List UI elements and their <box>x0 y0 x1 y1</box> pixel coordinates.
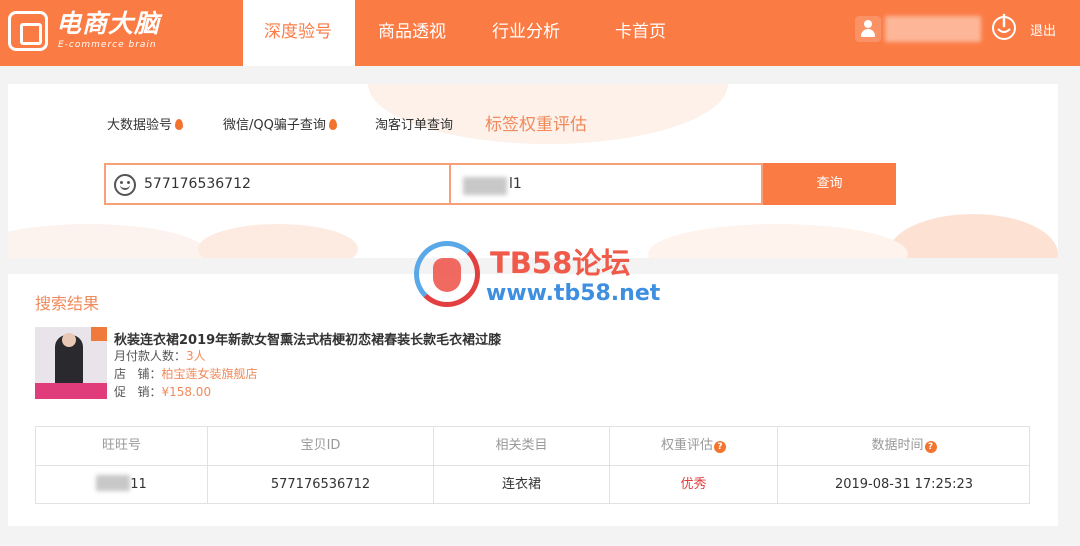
shop-line: 店 铺：柏宝莲女装旗舰店 <box>114 365 257 382</box>
product-thumbnail[interactable] <box>35 327 107 399</box>
top-navbar: 电商大脑 E-commerce brain 深度验号 商品透视 行业分析 卡首页… <box>0 0 1080 66</box>
shop-link[interactable]: 柏宝莲女装旗舰店 <box>161 367 257 381</box>
chip-icon <box>8 11 48 51</box>
tab-bigdata-verify[interactable]: 大数据验号 <box>107 114 184 133</box>
col-header-weight: 权重评估? <box>610 427 778 465</box>
nav-item-product-insight[interactable]: 商品透视 <box>378 18 446 46</box>
flame-icon <box>175 119 184 130</box>
tab-taoke-orders[interactable]: 淘客订单查询 <box>375 114 453 133</box>
label: 促 销： <box>114 385 162 399</box>
promo-line: 促 销：¥158.00 <box>114 383 211 400</box>
value: 3人 <box>186 349 206 363</box>
cell-wangwang: 11 <box>36 466 208 504</box>
nav-item-deep-verify[interactable]: 深度验号 <box>264 18 332 46</box>
product-title[interactable]: 秋装连衣裙2019年新款女智熏法式桔梗初恋裙春装长款毛衣裙过膝 <box>114 329 501 348</box>
col-header-time: 数据时间? <box>778 427 1030 465</box>
user-name-redacted <box>885 16 981 42</box>
decor-cloud <box>198 224 358 258</box>
nav-item-card-homepage[interactable]: 卡首页 <box>615 18 666 46</box>
query-button[interactable]: 查询 <box>763 163 896 205</box>
redacted-account <box>96 475 131 491</box>
item-id-value: 577176536712 <box>144 176 251 192</box>
label: 数据时间 <box>871 438 924 453</box>
redacted-account <box>463 177 507 195</box>
brand-logo[interactable]: 电商大脑 E-commerce brain <box>8 9 178 57</box>
watermark-title: TB58论坛 <box>490 246 631 280</box>
tab-label: 淘客订单查询 <box>375 118 454 133</box>
watermark-url: www.tb58.net <box>486 281 661 306</box>
brand-subtitle: E-commerce brain <box>58 40 157 50</box>
label: 月付款人数： <box>114 349 187 363</box>
cell-category: 连衣裙 <box>434 466 610 504</box>
value: ¥158.00 <box>161 385 212 399</box>
col-header-category: 相关类目 <box>434 427 610 465</box>
tab-wechat-qq-scam[interactable]: 微信/QQ骗子查询 <box>223 114 337 133</box>
logout-link[interactable]: 退出 <box>1030 20 1056 39</box>
col-header-wangwang: 旺旺号 <box>36 427 208 465</box>
decor-flower <box>888 214 1058 258</box>
tab-label: 大数据验号 <box>107 118 173 133</box>
flame-icon <box>328 119 337 130</box>
cell-time: 2019-08-31 17:25:23 <box>834 477 974 492</box>
nav-item-industry-analysis[interactable]: 行业分析 <box>492 18 560 46</box>
help-icon[interactable]: ? <box>924 441 937 453</box>
item-id-input[interactable]: 577176536712 <box>104 163 451 205</box>
tab-tag-weight[interactable]: 标签权重评估 <box>485 110 587 135</box>
decor-cloud <box>648 224 908 258</box>
monthly-buyers: 月付款人数：3人 <box>114 347 206 364</box>
smiley-icon <box>114 174 136 196</box>
help-icon[interactable]: ? <box>714 441 726 453</box>
results-panel: 搜索结果 秋装连衣裙2019年新款女智熏法式桔梗初恋裙春装长款毛衣裙过膝 月付款… <box>8 274 1058 526</box>
cell-weight: 优秀 <box>610 466 778 504</box>
user-icon[interactable] <box>855 16 881 42</box>
value: 11 <box>130 477 147 492</box>
label: 店 铺： <box>114 367 162 381</box>
logout-icon[interactable] <box>989 12 1019 42</box>
decor-cloud <box>8 224 208 258</box>
results-title: 搜索结果 <box>35 294 100 313</box>
results-table: 旺旺号 宝贝ID 相关类目 权重评估? 数据时间? 11 57717653671… <box>35 426 1030 504</box>
col-header-item-id: 宝贝ID <box>208 427 434 465</box>
brand-title: 电商大脑 <box>56 9 161 38</box>
label: 权重评估 <box>660 438 713 453</box>
search-form: 577176536712 l1 查询 <box>104 163 896 205</box>
cell-item-id: 577176536712 <box>208 466 434 504</box>
account-value: l1 <box>509 176 522 192</box>
watermark-hand-logo <box>414 241 480 307</box>
search-panel: 大数据验号 微信/QQ骗子查询 淘客订单查询 标签权重评估 5771765367… <box>8 84 1058 258</box>
account-input[interactable]: l1 <box>451 163 763 205</box>
tab-label: 微信/QQ骗子查询 <box>223 118 326 133</box>
